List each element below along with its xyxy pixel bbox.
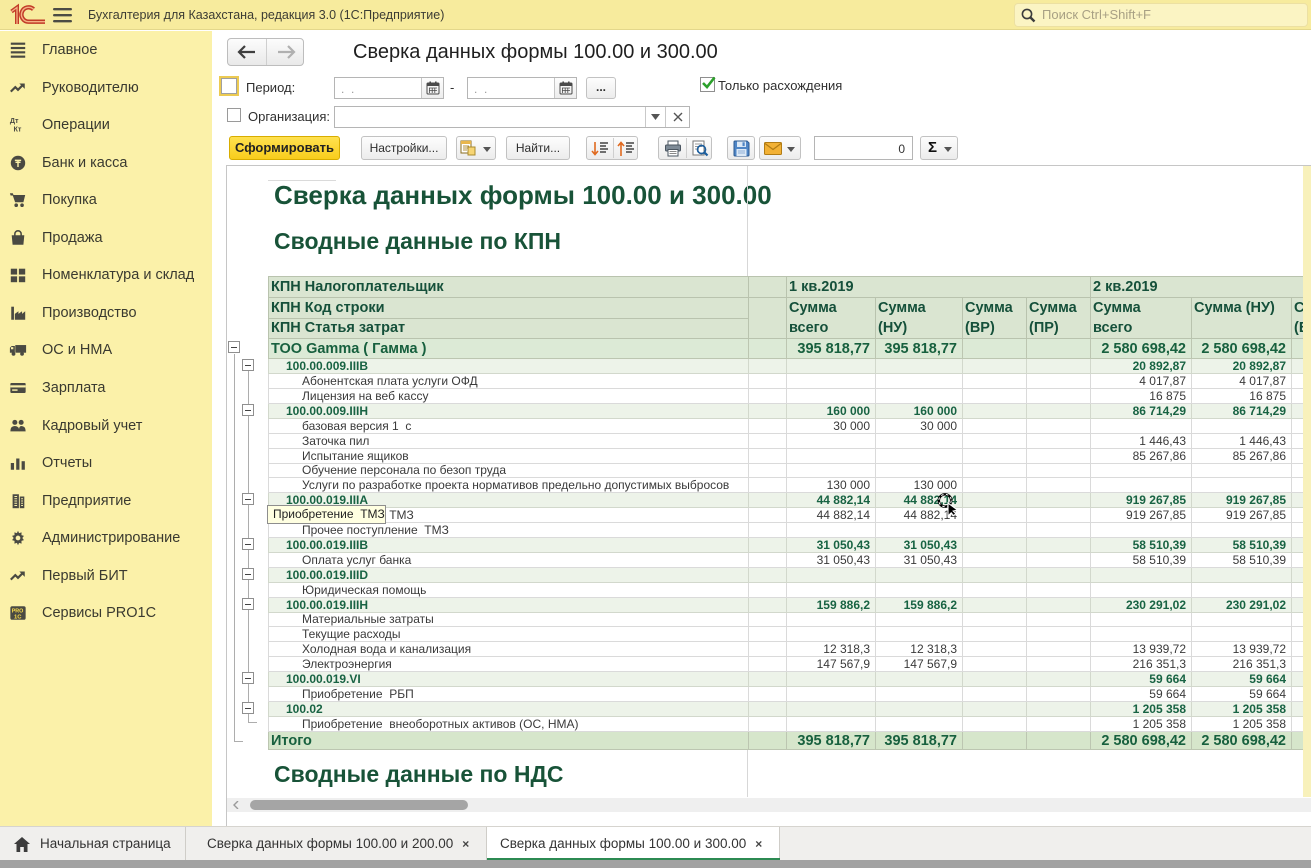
- svg-text:1C: 1C: [14, 615, 22, 621]
- svg-text:Кт: Кт: [14, 124, 22, 133]
